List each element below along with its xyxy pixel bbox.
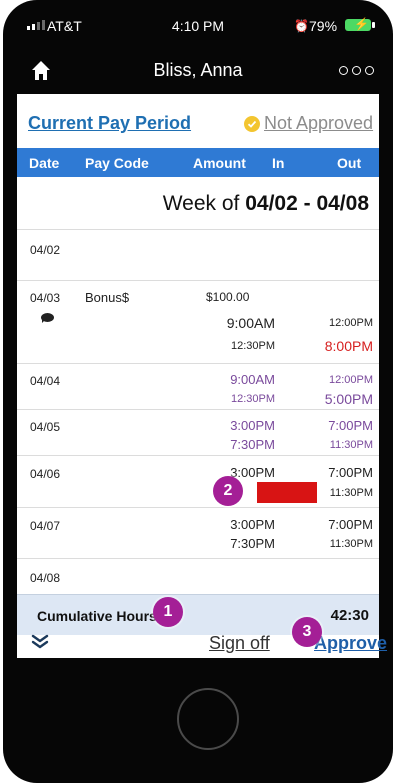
pay-code: Bonus$ [85,290,130,305]
row-date: 04/06 [30,467,61,481]
row-date: 04/05 [30,420,61,434]
table-row[interactable]: 04/06 3:00PM 7:00PM 11:30PM [17,456,379,508]
col-date: Date [29,155,60,171]
row-date: 04/03 [30,291,61,305]
battery-icon: ⚡ [345,17,375,31]
row-date: 04/08 [30,571,61,585]
timecard-screen: Current Pay Period Not Approved Date Pay… [17,94,379,658]
phone-frame: AT&T 4:10 PM ⏰ 79% ⚡ Bliss, Anna Current… [3,0,393,783]
out-time: 12:00PM [328,317,373,329]
in-time: 3:00PM [230,465,275,480]
out-time: 11:30PM [329,538,373,550]
col-out: Out [337,155,362,171]
row-date: 04/02 [30,243,61,257]
in-time: 7:30PM [230,437,275,452]
action-bar: Sign off Approve [17,633,387,659]
home-button[interactable] [177,688,239,750]
out-time: 7:00PM [328,517,373,532]
cumulative-hours-value: 42:30 [330,607,369,624]
cumulative-hours-label: Cumulative Hours [37,608,157,624]
in-time: 7:30PM [230,536,275,551]
row-date: 04/04 [30,374,61,388]
out-time: 7:00PM [328,418,373,433]
out-time: 11:30PM [329,487,373,499]
table-row[interactable]: 04/08 [17,559,379,595]
battery-percent: 79% [309,18,338,34]
in-time: 9:00AM [226,315,275,331]
in-time: 12:30PM [230,393,275,405]
out-time: 7:00PM [328,465,373,480]
amount: $100.00 [206,290,250,304]
more-icon[interactable] [339,66,374,75]
table-row[interactable]: 04/02 [17,230,379,281]
table-row[interactable]: 04/03 Bonus$ $100.00 9:00AM 12:00PM 12:3… [17,281,379,364]
cumulative-hours-bar: Cumulative Hours 42:30 [17,594,379,636]
out-time: 11:30PM [329,439,373,451]
sign-off-button[interactable]: Sign off [209,633,270,654]
table-row[interactable]: 04/07 3:00PM 7:00PM 7:30PM 11:30PM [17,508,379,559]
col-pay-code: Pay Code [85,155,149,171]
check-icon [244,115,260,132]
navbar: Bliss, Anna [3,52,393,94]
col-in: In [272,155,285,171]
table-row[interactable]: 04/05 3:00PM 7:00PM 7:30PM 11:30PM [17,410,379,456]
approval-status-label: Not Approved [264,113,374,133]
column-header: Date Pay Code Amount In Out [17,148,379,177]
week-range: 04/02 - 04/08 [245,192,369,215]
approval-status[interactable]: Not Approved [244,113,373,134]
out-time: 5:00PM [324,391,373,407]
col-amount: Amount [193,155,246,171]
callout-badge-1: 1 [153,597,183,627]
row-date: 04/07 [30,519,61,533]
alarm-icon: ⏰ [294,19,309,33]
in-time: 3:00PM [230,418,275,433]
in-time: 12:30PM [230,340,275,352]
in-time: 3:00PM [230,517,275,532]
out-time: 12:00PM [328,374,373,386]
employee-name: Bliss, Anna [153,60,243,80]
out-time-late: 8:00PM [324,338,373,354]
current-pay-period-link[interactable]: Current Pay Period [28,113,191,134]
callout-badge-3: 3 [292,617,322,647]
missing-punch-marker[interactable] [257,482,317,503]
table-row[interactable]: 04/04 9:00AM 12:00PM 12:30PM 5:00PM [17,364,379,410]
approve-button[interactable]: Approve [314,633,387,654]
status-bar: AT&T 4:10 PM ⏰ 79% ⚡ [3,0,393,52]
chevron-down-icon[interactable] [31,633,49,651]
pay-period-bar: Current Pay Period Not Approved [17,94,379,148]
week-prefix: Week of [162,192,240,215]
comment-icon[interactable] [41,313,54,323]
callout-badge-2: 2 [213,476,243,506]
week-banner: Week of 04/02 - 04/08 [17,177,379,230]
in-time: 9:00AM [230,372,275,387]
